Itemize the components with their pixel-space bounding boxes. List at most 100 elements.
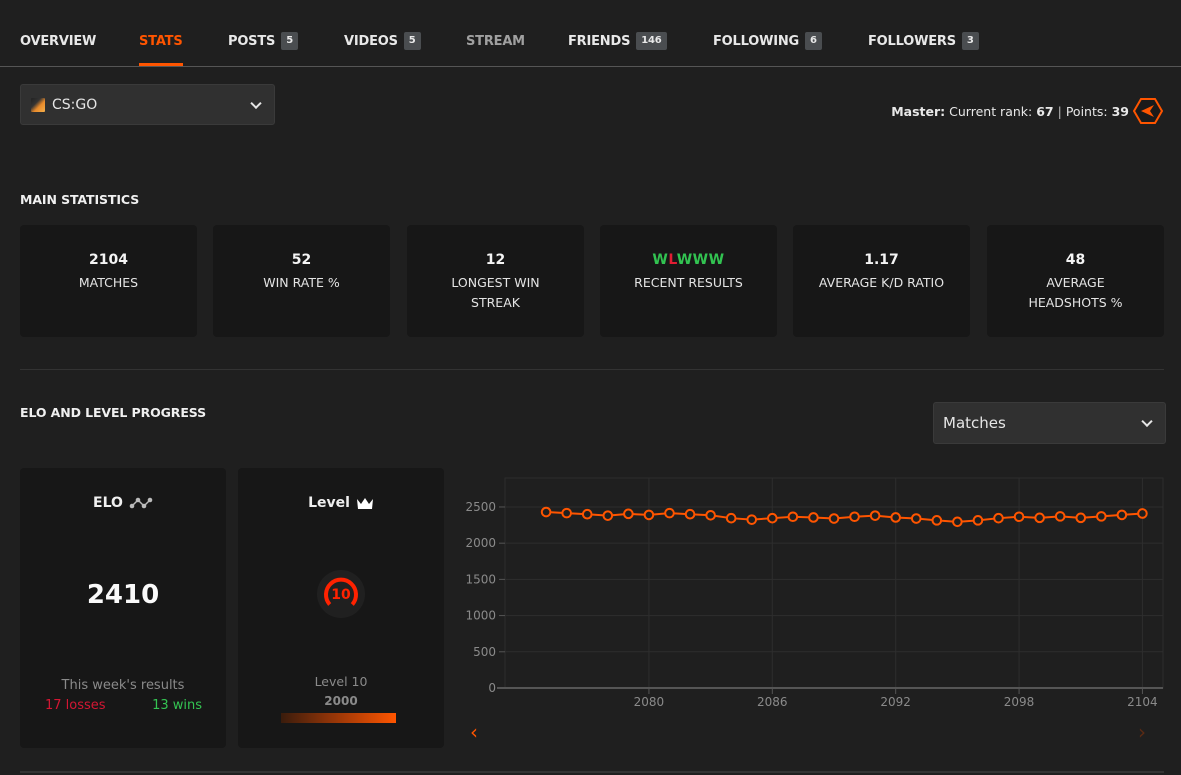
elo-point: [602, 510, 614, 521]
elo-point: [705, 509, 716, 521]
elo-point: [623, 508, 634, 520]
bottom-divider: [20, 771, 1164, 773]
tab-label: VIDEOS: [344, 33, 398, 49]
stat-label: AVERAGE K/D RATIO: [818, 275, 945, 290]
stat-value: 2104: [89, 252, 128, 268]
elo-point: [540, 506, 552, 518]
rank-label: Current rank:: [949, 103, 1033, 119]
y-tick-label: 2000: [465, 536, 496, 550]
tab-count-badge: 146: [636, 32, 667, 50]
stat-value: 12: [485, 252, 506, 268]
elo-point: [746, 514, 758, 525]
stat-label: MATCHES: [78, 275, 139, 290]
y-tick-label: 500: [473, 645, 496, 659]
elo-point: [1034, 512, 1045, 524]
elo-point: [1116, 509, 1128, 521]
week-results-label: This week's results: [61, 678, 185, 693]
x-tick-label: 2080: [634, 695, 665, 709]
elo-point: [890, 512, 901, 523]
rank-value: 67: [1036, 103, 1054, 119]
elo-point: [664, 507, 675, 519]
tab-label: FOLLOWING: [713, 33, 800, 49]
tab-count-badge: 5: [403, 32, 421, 50]
elo-point: [910, 513, 922, 524]
chevron-down-icon: [250, 97, 262, 109]
level-badge-icon: 10: [317, 570, 365, 618]
tab-label: POSTS: [228, 33, 276, 49]
y-tick-label: 2500: [465, 500, 496, 514]
elo-point: [725, 512, 737, 524]
result-win: W: [708, 252, 725, 268]
rank-tier: Master:: [891, 103, 946, 119]
stat-card-kd-ratio: 1.17 AVERAGE K/D RATIO: [793, 225, 970, 337]
tab-label: FOLLOWERS: [868, 33, 956, 49]
elo-point: [767, 512, 778, 524]
week-wins: 13 wins: [152, 698, 202, 713]
rank-separator: |: [1057, 103, 1062, 119]
level-name: Level 10: [314, 674, 368, 689]
x-tick-label: 2098: [1004, 695, 1035, 709]
stat-card-recent-results: WLWWW RECENT RESULTS: [600, 225, 777, 337]
tab-videos[interactable]: VIDEOS 5: [344, 30, 421, 52]
elo-point: [1137, 508, 1148, 519]
stat-value: 52: [291, 252, 312, 268]
main-statistics-title: MAIN STATISTICS: [20, 192, 140, 207]
elo-point: [869, 510, 881, 521]
elo-card: ELO 2410 This week's results 17 losses 1…: [20, 468, 226, 748]
chevron-down-icon: [1141, 415, 1153, 428]
tab-following[interactable]: FOLLOWING 6: [713, 30, 822, 52]
elo-point: [1013, 511, 1025, 523]
rank-info: Master: Current rank: 67 | Points: 39: [891, 96, 1163, 126]
tab-posts[interactable]: POSTS 5: [228, 30, 298, 52]
tab-followers[interactable]: FOLLOWERS 3: [868, 30, 979, 52]
range-select-value: Matches: [943, 414, 1006, 432]
elo-point: [787, 511, 799, 523]
tab-count-badge: 5: [281, 32, 298, 50]
level-progress-fill: [281, 713, 396, 723]
week-losses: 17 losses: [45, 698, 106, 713]
elo-card-header: ELO: [20, 495, 226, 511]
range-select[interactable]: Matches: [933, 402, 1166, 444]
stat-value: 1.17: [864, 252, 899, 268]
stat-card-headshots: 48 AVERAGE HEADSHOTS %: [987, 225, 1164, 337]
stat-label: RECENT RESULTS: [634, 275, 743, 290]
chart-next-button[interactable]: ›: [1138, 722, 1146, 742]
level-progress-bar: [281, 713, 396, 723]
tab-overview[interactable]: OVERVIEW: [20, 30, 96, 52]
points-value: 39: [1111, 103, 1129, 119]
x-tick-label: 2104: [1127, 695, 1158, 709]
level-card-header: Level: [238, 495, 444, 511]
elo-point: [581, 508, 593, 520]
elo-point: [561, 507, 572, 519]
tab-label: STATS: [139, 33, 183, 49]
stat-value: 48: [1065, 252, 1086, 268]
elo-point: [808, 512, 819, 523]
y-tick-label: 0: [488, 681, 496, 695]
elo-point: [1096, 511, 1107, 522]
result-win: W: [652, 252, 669, 268]
stat-label: AVERAGE HEADSHOTS %: [1028, 275, 1123, 310]
elo-point: [952, 516, 963, 528]
elo-title: ELO: [93, 495, 123, 511]
y-tick-label: 1000: [465, 609, 496, 623]
elo-progress-title: ELO AND LEVEL PROGRESS: [20, 405, 207, 420]
level-card: Level 10 Level 10 2000: [238, 468, 444, 748]
elo-point: [684, 508, 696, 520]
game-select[interactable]: CS:GO: [20, 84, 275, 125]
tab-stats[interactable]: STATS: [139, 30, 183, 66]
elo-point: [972, 515, 984, 526]
svg-text:10: 10: [331, 587, 351, 603]
tab-stream[interactable]: STREAM: [466, 30, 525, 52]
stat-label: WIN RATE %: [263, 275, 340, 290]
elo-point: [1075, 512, 1087, 524]
elo-value: 2410: [86, 580, 160, 610]
tab-count-badge: 3: [961, 32, 979, 50]
elo-point: [643, 509, 655, 521]
csgo-game-icon: [31, 97, 45, 112]
elo-point: [1054, 511, 1066, 522]
chart-prev-button[interactable]: ‹: [470, 722, 478, 742]
result-win: W: [692, 252, 709, 268]
rank-emblem-icon: [1133, 98, 1163, 124]
tab-friends[interactable]: FRIENDS 146: [568, 30, 667, 52]
level-title: Level: [308, 495, 350, 511]
